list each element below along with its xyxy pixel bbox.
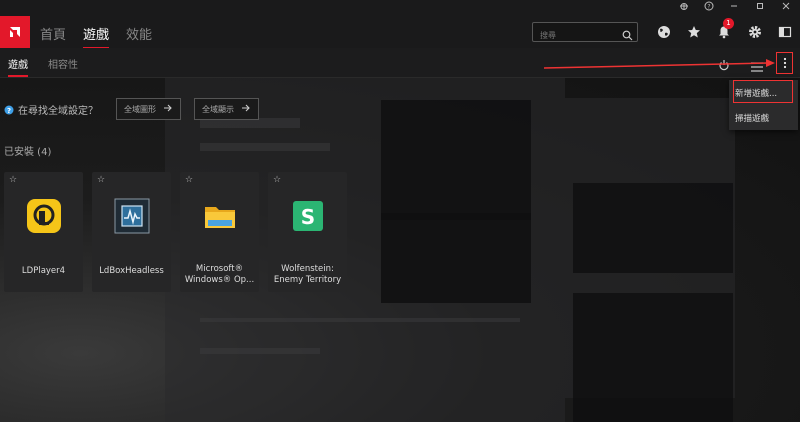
kebab-highlight-box bbox=[776, 52, 793, 74]
bg-dark-block bbox=[381, 100, 531, 220]
bg-dark-block bbox=[573, 293, 733, 422]
arrow-right-icon bbox=[242, 104, 251, 114]
folder-icon bbox=[202, 198, 238, 234]
svg-text:S: S bbox=[301, 205, 315, 229]
installed-heading: 已安裝 (4) bbox=[4, 147, 52, 158]
info-icon: ? bbox=[4, 100, 14, 119]
favorite-star-icon[interactable]: ☆ bbox=[97, 175, 105, 185]
amd-logo-icon bbox=[10, 27, 20, 37]
sidebar-toggle-icon[interactable] bbox=[775, 22, 795, 42]
svg-text:?: ? bbox=[707, 4, 710, 11]
global-display-button[interactable]: 全域顯示 bbox=[194, 98, 259, 120]
add-game-highlight-box bbox=[733, 80, 793, 103]
game-card-wolfenstein[interactable]: ☆ S Wolfenstein: Enemy Territory bbox=[268, 172, 347, 292]
favorite-star-icon[interactable]: ☆ bbox=[273, 175, 281, 185]
subtab-games[interactable]: 遊戲 bbox=[8, 56, 28, 77]
menu-item-scan-games[interactable]: 掃描遊戲 bbox=[735, 112, 769, 124]
game-name: Wolfenstein: Enemy Territory bbox=[273, 264, 342, 285]
search-icon[interactable] bbox=[622, 26, 633, 45]
notification-badge: 1 bbox=[723, 18, 734, 29]
list-view-icon[interactable] bbox=[751, 57, 763, 76]
bug-report-icon[interactable] bbox=[673, 1, 695, 15]
minimize-icon[interactable] bbox=[723, 1, 745, 15]
global-graphics-label: 全域圖形 bbox=[124, 104, 156, 114]
power-icon[interactable] bbox=[718, 56, 730, 75]
ldplayer-icon bbox=[26, 198, 62, 234]
global-graphics-button[interactable]: 全域圖形 bbox=[116, 98, 181, 120]
search-box[interactable] bbox=[532, 22, 638, 45]
ldbox-icon bbox=[114, 198, 150, 234]
main-header: 首頁 遊戲 效能 1 bbox=[0, 16, 800, 49]
help-icon[interactable]: ? bbox=[698, 1, 720, 15]
arrow-right-icon bbox=[164, 104, 173, 114]
amd-logo[interactable] bbox=[0, 16, 30, 48]
game-card-microsoft-windows[interactable]: ☆ Microsoft® Windows® Op... bbox=[180, 172, 259, 292]
tab-home[interactable]: 首頁 bbox=[40, 24, 66, 43]
favorite-star-icon[interactable]: ☆ bbox=[9, 175, 17, 185]
settings-gear-icon[interactable] bbox=[745, 22, 765, 42]
favorite-star-icon[interactable]: ☆ bbox=[185, 175, 193, 185]
maximize-icon[interactable] bbox=[749, 1, 771, 15]
subtab-compatibility[interactable]: 相容性 bbox=[48, 56, 78, 71]
wolfenstein-icon: S bbox=[290, 198, 326, 234]
svg-text:?: ? bbox=[7, 107, 11, 115]
game-name: LdBoxHeadless bbox=[99, 266, 164, 276]
bg-dark-block bbox=[381, 213, 531, 303]
bg-bar bbox=[200, 318, 520, 322]
tab-performance[interactable]: 效能 bbox=[126, 24, 152, 43]
sub-navigation: 遊戲 相容性 bbox=[0, 48, 800, 78]
game-name: Microsoft® Windows® Op... bbox=[184, 264, 255, 285]
close-icon[interactable] bbox=[775, 1, 797, 15]
title-bar: ? bbox=[0, 0, 800, 16]
favorites-star-icon[interactable] bbox=[684, 22, 704, 42]
game-card-ldboxheadless[interactable]: ☆ LdBoxHeadless bbox=[92, 172, 171, 292]
bg-bar bbox=[200, 143, 330, 151]
globe-icon[interactable] bbox=[654, 22, 674, 42]
global-settings-prompt: ? 在尋找全域設定？ bbox=[4, 98, 98, 120]
tab-gaming[interactable]: 遊戲 bbox=[83, 24, 110, 49]
global-display-label: 全域顯示 bbox=[202, 104, 234, 114]
game-card-ldplayer4[interactable]: ☆ LDPlayer4 bbox=[4, 172, 83, 292]
bg-bar bbox=[200, 348, 320, 354]
global-settings-question: 在尋找全域設定？ bbox=[18, 105, 98, 117]
notifications-bell-icon[interactable]: 1 bbox=[714, 18, 734, 42]
bg-dark-block bbox=[573, 183, 733, 273]
search-input[interactable] bbox=[533, 26, 621, 45]
game-name: LDPlayer4 bbox=[21, 266, 66, 276]
